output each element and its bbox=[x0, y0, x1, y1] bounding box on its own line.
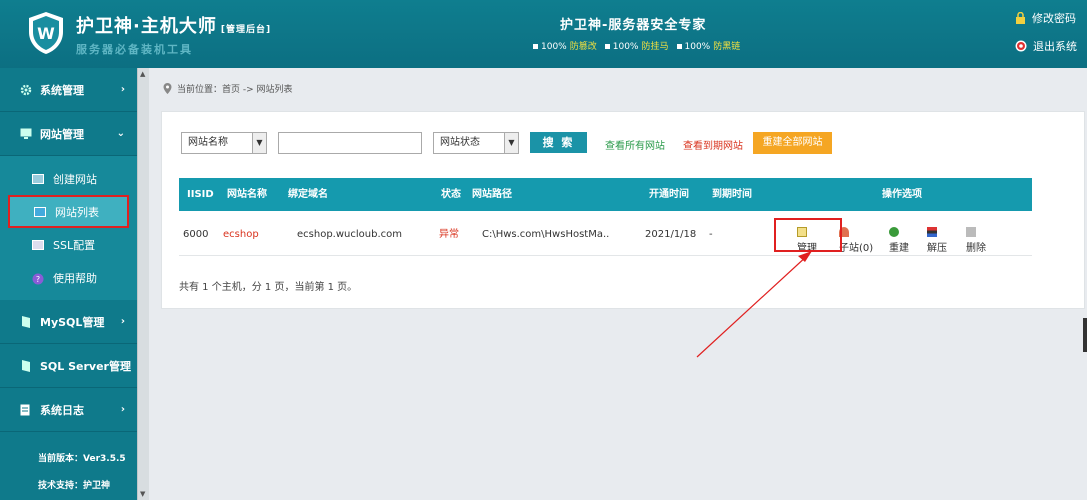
nav-label: SQL Server管理 bbox=[40, 359, 131, 373]
col-expire-date: 到期时间 bbox=[712, 189, 752, 200]
nav-label: SSL配置 bbox=[53, 238, 96, 252]
cell-iisid: 6000 bbox=[183, 229, 209, 240]
col-site-name: 网站名称 bbox=[227, 189, 267, 200]
nav-label: 网站列表 bbox=[55, 205, 99, 219]
col-operations: 操作选项 bbox=[882, 189, 922, 200]
chevron-down-icon: ▼ bbox=[504, 133, 518, 153]
annotation-arrow-icon bbox=[696, 251, 812, 358]
nav-create-site[interactable]: 创建网站 bbox=[0, 162, 137, 195]
security-stats: 100% 防篡改 100% 防挂马 100% 防黑链 bbox=[533, 39, 740, 52]
table-row: 6000 ecshop ecshop.wucloub.com 异常 C:\Hws… bbox=[179, 213, 1032, 256]
col-status: 状态 bbox=[441, 189, 461, 200]
cell-open-date: 2021/1/18 bbox=[645, 229, 697, 240]
slogan: 服务器必备装机工具 bbox=[76, 43, 193, 56]
svg-text:?: ? bbox=[36, 275, 40, 284]
chevron-right-icon: › bbox=[120, 404, 125, 415]
change-password-link[interactable]: 修改密码 bbox=[1015, 10, 1076, 26]
nav-website-management[interactable]: 网站管理 ⌄ bbox=[0, 112, 137, 156]
svg-text:W: W bbox=[37, 24, 55, 43]
cell-status: 异常 bbox=[439, 229, 459, 240]
chevron-down-icon: ▼ bbox=[252, 133, 266, 153]
nav-system-management[interactable]: 系统管理 › bbox=[0, 68, 137, 112]
chevron-right-icon: › bbox=[120, 316, 125, 327]
col-open-date: 开通时间 bbox=[649, 189, 689, 200]
sidebar-scrollbar[interactable]: ▲ ▼ bbox=[137, 68, 149, 500]
breadcrumb-text: 当前位置：首页 -> 网站列表 bbox=[177, 85, 293, 95]
chevron-down-icon: ⌄ bbox=[116, 128, 125, 139]
nav-ssl-config[interactable]: SSL配置 bbox=[0, 228, 137, 261]
delete-label: 删除 bbox=[966, 243, 986, 254]
scroll-up-icon: ▲ bbox=[140, 70, 146, 78]
stat-item: 100% 防篡改 bbox=[533, 39, 597, 52]
help-icon: ? bbox=[32, 273, 44, 284]
website-submenu: 创建网站 网站列表 SSL配置 ? 使用帮助 bbox=[0, 156, 137, 300]
rebuild-all-button[interactable]: 重建全部网站 bbox=[753, 132, 832, 154]
status-select-value: 网站状态 bbox=[440, 137, 480, 148]
nav-label: 创建网站 bbox=[53, 172, 97, 186]
change-password-label: 修改密码 bbox=[1032, 12, 1076, 25]
site-list-icon bbox=[34, 206, 46, 217]
status-select[interactable]: 网站状态 ▼ bbox=[433, 132, 519, 154]
database-icon bbox=[20, 359, 32, 372]
sidebar: 系统管理 › 网站管理 ⌄ 创建网站 网站列表 SSL配置 ? 使用帮助 MyS… bbox=[0, 68, 137, 500]
nav-site-list[interactable]: 网站列表 bbox=[8, 195, 129, 228]
delete-button[interactable]: 删除 bbox=[966, 227, 986, 254]
unzip-button[interactable]: 解压 bbox=[927, 227, 947, 254]
brand-tag: [管理后台] bbox=[220, 25, 272, 35]
ssl-icon bbox=[32, 239, 44, 250]
name-select-value: 网站名称 bbox=[188, 137, 228, 148]
nav-label: MySQL管理 bbox=[40, 315, 105, 329]
table-header: IISID 网站名称 绑定域名 状态 网站路径 开通时间 到期时间 操作选项 bbox=[179, 178, 1032, 211]
subsite-label: 子站(0) bbox=[839, 243, 874, 254]
pagination-summary: 共有 1 个主机，分 1 页，当前第 1 页。 bbox=[179, 282, 358, 293]
center-title: 护卫神-服务器安全专家 bbox=[560, 18, 707, 33]
view-all-sites-link[interactable]: 查看所有网站 bbox=[605, 137, 665, 152]
name-select[interactable]: 网站名称 ▼ bbox=[181, 132, 267, 154]
nav-label: 系统管理 bbox=[40, 83, 84, 97]
search-button[interactable]: 搜 索 bbox=[530, 132, 587, 153]
rebuild-button[interactable]: 重建 bbox=[889, 227, 909, 254]
logout-label: 退出系统 bbox=[1033, 40, 1077, 53]
version-text: 当前版本：Ver3.5.5 bbox=[38, 454, 126, 464]
nav-label: 系统日志 bbox=[40, 403, 84, 417]
database-icon bbox=[20, 315, 32, 328]
location-pin-icon bbox=[163, 83, 172, 94]
cell-path: C:\Hws.com\HwsHostMa.. bbox=[482, 229, 610, 240]
gear-icon bbox=[20, 84, 32, 96]
col-iisid: IISID bbox=[187, 189, 214, 200]
nav-mysql-management[interactable]: MySQL管理 › bbox=[0, 300, 137, 344]
chevron-right-icon: › bbox=[120, 360, 125, 371]
nav-help[interactable]: ? 使用帮助 bbox=[0, 261, 137, 294]
breadcrumb: 当前位置：首页 -> 网站列表 bbox=[163, 82, 293, 95]
col-domain: 绑定域名 bbox=[288, 189, 328, 200]
view-expired-sites-link[interactable]: 查看到期网站 bbox=[683, 137, 743, 152]
top-header: W 护卫神·主机大师 [管理后台] 服务器必备装机工具 护卫神-服务器安全专家 1… bbox=[0, 0, 1087, 68]
cell-domain: ecshop.wucloub.com bbox=[297, 229, 402, 240]
create-site-icon bbox=[32, 173, 44, 184]
support-text: 技术支持：护卫神 bbox=[38, 481, 111, 491]
document-icon bbox=[20, 404, 32, 416]
lock-icon bbox=[1016, 12, 1025, 24]
power-icon bbox=[1015, 40, 1027, 52]
sidebar-footer: 当前版本：Ver3.5.5 技术支持：护卫神 bbox=[0, 446, 137, 500]
nav-label: 网站管理 bbox=[40, 127, 84, 141]
cell-site-name[interactable]: ecshop bbox=[223, 213, 259, 256]
logout-link[interactable]: 退出系统 bbox=[1015, 38, 1077, 54]
chevron-right-icon: › bbox=[120, 84, 125, 95]
stat-item: 100% 防黑链 bbox=[676, 39, 740, 52]
brand-title: 护卫神·主机大师 [管理后台] bbox=[76, 16, 272, 37]
page-scrollbar-thumb[interactable] bbox=[1083, 318, 1087, 352]
nav-sqlserver-management[interactable]: SQL Server管理 › bbox=[0, 344, 137, 388]
shield-logo-icon: W bbox=[29, 12, 63, 54]
stat-item: 100% 防挂马 bbox=[604, 39, 669, 52]
rebuild-label: 重建 bbox=[889, 243, 909, 254]
nav-label: 使用帮助 bbox=[53, 271, 97, 285]
search-input[interactable] bbox=[278, 132, 422, 154]
scroll-down-icon: ▼ bbox=[140, 490, 146, 498]
nav-system-log[interactable]: 系统日志 › bbox=[0, 388, 137, 432]
col-path: 网站路径 bbox=[472, 189, 512, 200]
monitor-icon bbox=[20, 128, 32, 140]
unzip-label: 解压 bbox=[927, 243, 947, 254]
